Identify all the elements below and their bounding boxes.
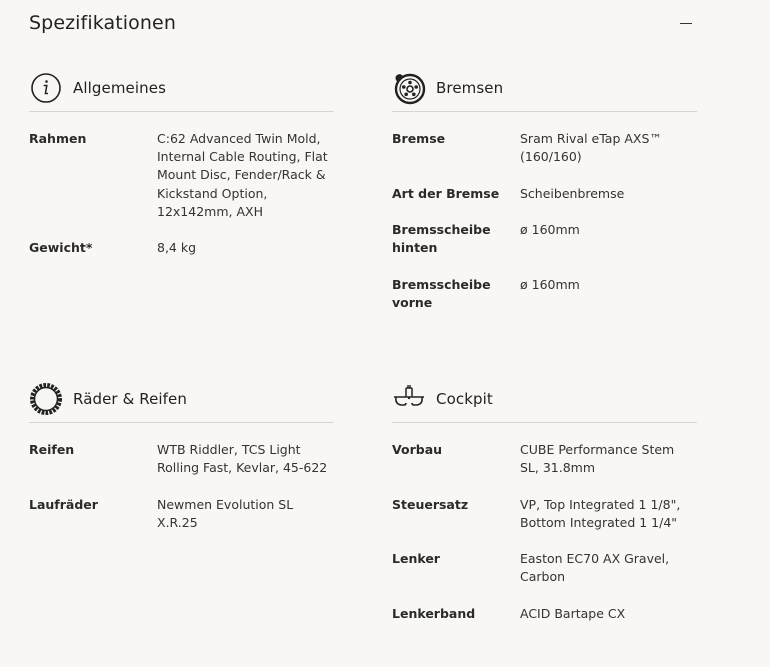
- spec-key: Art der Bremse: [392, 185, 500, 201]
- spec-key: Steuersatz: [392, 496, 469, 512]
- section-header-cockpit[interactable]: Cockpit: [392, 375, 697, 423]
- spec-value: C:62 Advanced Twin Mold, Internal Cable …: [157, 131, 328, 219]
- spec-value: Sram Rival eTap AXS™ (160/160): [520, 131, 662, 165]
- collapse-minus-icon[interactable]: [678, 14, 694, 34]
- spec-key: Bremse: [392, 131, 446, 146]
- spec-value: Easton EC70 AX Gravel, Carbon: [520, 551, 670, 585]
- spec-key: Bremsscheibe vorne: [392, 276, 491, 310]
- spec-row-lenker: Lenker Easton EC70 AX Gravel, Carbon: [392, 550, 697, 586]
- brake-disc-icon: [392, 71, 426, 105]
- spec-row-art-der-bremse: Art der Bremse Scheibenbremse: [392, 185, 697, 203]
- spec-row-steuersatz: Steuersatz VP, Top Integrated 1 1/8", Bo…: [392, 496, 697, 532]
- spec-key: Gewicht*: [29, 240, 93, 256]
- tire-icon: [29, 382, 63, 416]
- spec-value: ø 160mm: [520, 221, 580, 237]
- page-title: Spezifikationen: [29, 12, 176, 34]
- section-header-brakes[interactable]: Bremsen: [392, 64, 697, 112]
- section-general: Allgemeines Rahmen C:62 Advanced Twin Mo…: [29, 64, 334, 276]
- spec-key: Vorbau: [392, 442, 443, 457]
- spec-value: ACID Bartape CX: [520, 605, 626, 621]
- spec-value: CUBE Performance Stem SL, 31.8mm: [520, 442, 675, 476]
- section-title-general: Allgemeines: [73, 78, 167, 97]
- spec-value: ø 160mm: [520, 276, 580, 292]
- spec-row-lenkerband: Lenkerband ACID Bartape CX: [392, 605, 697, 623]
- section-title-wheels: Räder & Reifen: [73, 389, 187, 408]
- section-header-general[interactable]: Allgemeines: [29, 64, 334, 112]
- spec-row-reifen: Reifen WTB Riddler, TCS Light Rolling Fa…: [29, 441, 334, 477]
- spec-row-bremsscheibe-vorne: Bremsscheibe vorne ø 160mm: [392, 276, 697, 312]
- handlebar-icon: [392, 382, 426, 416]
- spec-value: VP, Top Integrated 1 1/8", Bottom Integr…: [520, 496, 681, 530]
- spec-key: Rahmen: [29, 131, 87, 146]
- section-wheels: Räder & Reifen Reifen WTB Riddler, TCS L…: [29, 375, 334, 550]
- spec-row-gewicht: Gewicht* 8,4 kg: [29, 239, 334, 257]
- spec-row-bremsscheibe-hinten: Bremsscheibe hinten ø 160mm: [392, 221, 697, 257]
- section-brakes: Bremsen Bremse Sram Rival eTap AXS™ (160…: [392, 64, 697, 330]
- section-title-cockpit: Cockpit: [436, 389, 493, 408]
- spec-row-bremse: Bremse Sram Rival eTap AXS™ (160/160): [392, 130, 697, 166]
- spec-value: WTB Riddler, TCS Light Rolling Fast, Kev…: [157, 442, 328, 476]
- spec-row-rahmen: Rahmen C:62 Advanced Twin Mold, Internal…: [29, 130, 334, 221]
- section-title-brakes: Bremsen: [436, 78, 504, 97]
- spec-key: Lenker: [392, 551, 440, 567]
- section-header-wheels[interactable]: Räder & Reifen: [29, 375, 334, 423]
- spec-key: Laufräder: [29, 496, 98, 512]
- info-icon: [29, 71, 63, 105]
- spec-value: 8,4 kg: [157, 240, 197, 256]
- spec-key: Reifen: [29, 442, 75, 457]
- spec-value: Newmen Evolution SL X.R.25: [157, 496, 294, 530]
- spec-row-laufraeder: Laufräder Newmen Evolution SL X.R.25: [29, 496, 334, 532]
- spec-value: Scheibenbremse: [520, 185, 625, 201]
- spec-row-vorbau: Vorbau CUBE Performance Stem SL, 31.8mm: [392, 441, 697, 477]
- section-cockpit: Cockpit Vorbau CUBE Performance Stem SL,…: [392, 375, 697, 641]
- spec-key: Lenkerband: [392, 605, 476, 621]
- spec-key: Bremsscheibe hinten: [392, 221, 491, 256]
